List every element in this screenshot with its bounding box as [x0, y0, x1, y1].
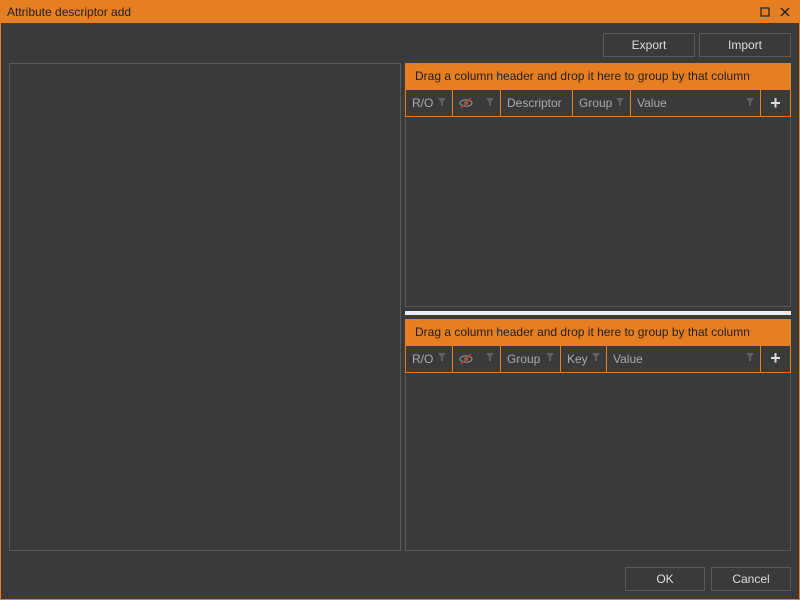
eye-slash-icon	[459, 96, 473, 110]
grid-body-top[interactable]	[405, 117, 791, 307]
col-header-key[interactable]: Key	[561, 345, 607, 373]
toolbar: Export Import	[1, 23, 799, 63]
import-button[interactable]: Import	[699, 33, 791, 57]
col-header-group[interactable]: Group	[573, 89, 631, 117]
window-title: Attribute descriptor add	[7, 5, 753, 19]
content-area: Drag a column header and drop it here to…	[1, 63, 799, 559]
close-button[interactable]	[777, 4, 793, 20]
keyvalue-grid: Drag a column header and drop it here to…	[405, 319, 791, 551]
maximize-button[interactable]	[757, 4, 773, 20]
grid-header-row: R/O	[405, 345, 791, 373]
filter-icon[interactable]	[486, 98, 494, 109]
filter-icon[interactable]	[746, 353, 754, 364]
col-header-ro[interactable]: R/O	[405, 89, 453, 117]
filter-icon[interactable]	[438, 353, 446, 364]
col-header-hidden[interactable]	[453, 345, 501, 373]
add-row-button[interactable]: +	[761, 89, 791, 117]
close-icon	[780, 7, 790, 17]
col-header-value[interactable]: Value	[631, 89, 761, 117]
col-label: R/O	[412, 96, 433, 110]
col-label: Group	[579, 96, 612, 110]
maximize-icon	[760, 7, 770, 17]
filter-icon[interactable]	[486, 353, 494, 364]
horizontal-splitter[interactable]	[405, 311, 791, 315]
group-by-bar-top[interactable]: Drag a column header and drop it here to…	[405, 63, 791, 89]
eye-slash-icon	[459, 352, 473, 366]
add-row-button[interactable]: +	[761, 345, 791, 373]
col-label: Key	[567, 352, 588, 366]
right-panel: Drag a column header and drop it here to…	[405, 63, 791, 551]
descriptor-grid: Drag a column header and drop it here to…	[405, 63, 791, 307]
left-tree-panel[interactable]	[9, 63, 401, 551]
filter-icon[interactable]	[616, 98, 624, 109]
col-header-descriptor[interactable]: Descriptor	[501, 89, 573, 117]
col-header-ro[interactable]: R/O	[405, 345, 453, 373]
col-label: Value	[613, 352, 643, 366]
col-label: Value	[637, 96, 667, 110]
titlebar[interactable]: Attribute descriptor add	[1, 1, 799, 23]
grid-body-bottom[interactable]	[405, 373, 791, 551]
grid-header-row: R/O	[405, 89, 791, 117]
col-label: Descriptor	[507, 96, 562, 110]
cancel-button[interactable]: Cancel	[711, 567, 791, 591]
col-header-hidden[interactable]	[453, 89, 501, 117]
filter-icon[interactable]	[746, 98, 754, 109]
dialog-footer: OK Cancel	[1, 559, 799, 599]
export-button[interactable]: Export	[603, 33, 695, 57]
col-label: Group	[507, 352, 540, 366]
col-header-group[interactable]: Group	[501, 345, 561, 373]
group-by-bar-bottom[interactable]: Drag a column header and drop it here to…	[405, 319, 791, 345]
col-label: R/O	[412, 352, 433, 366]
filter-icon[interactable]	[546, 353, 554, 364]
col-header-value[interactable]: Value	[607, 345, 761, 373]
ok-button[interactable]: OK	[625, 567, 705, 591]
filter-icon[interactable]	[438, 98, 446, 109]
filter-icon[interactable]	[592, 353, 600, 364]
dialog-window: Attribute descriptor add Export Import D…	[0, 0, 800, 600]
